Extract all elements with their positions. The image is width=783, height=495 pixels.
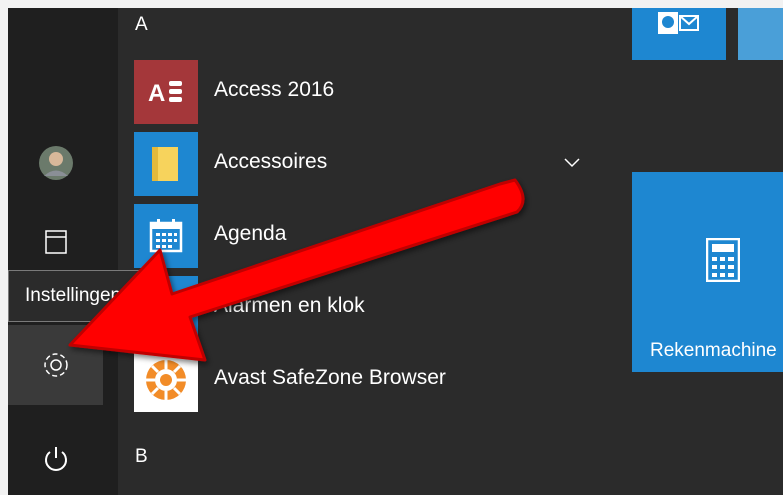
svg-text:A: A bbox=[148, 80, 165, 107]
app-label: Avast SafeZone Browser bbox=[214, 366, 446, 389]
file-explorer-icon bbox=[44, 230, 67, 254]
file-explorer-button[interactable] bbox=[8, 226, 103, 266]
window-top-edge bbox=[0, 0, 783, 8]
app-access-2016[interactable]: A Access 2016 bbox=[134, 60, 604, 124]
calculator-icon bbox=[706, 238, 740, 282]
chevron-down-icon[interactable] bbox=[564, 158, 580, 168]
app-agenda[interactable]: Agenda bbox=[134, 204, 604, 268]
avast-browser-icon bbox=[134, 348, 198, 412]
folder-icon bbox=[134, 132, 198, 196]
app-accessoires[interactable]: Accessoires bbox=[134, 132, 604, 196]
app-label: Accessoires bbox=[214, 150, 328, 173]
app-label: Access 2016 bbox=[214, 78, 335, 101]
power-button[interactable] bbox=[8, 428, 103, 490]
app-alarmen-en-klok[interactable]: Alarmen en klok bbox=[134, 276, 604, 340]
tile-partial[interactable] bbox=[738, 8, 783, 60]
tile-calculator[interactable]: Rekenmachine bbox=[632, 172, 783, 372]
settings-button[interactable] bbox=[8, 325, 103, 405]
group-header-a[interactable]: A bbox=[135, 14, 148, 36]
access-icon: A bbox=[134, 60, 198, 124]
app-label: Alarmen en klok bbox=[214, 294, 365, 317]
tile-outlook[interactable] bbox=[632, 8, 726, 60]
calendar-icon bbox=[134, 204, 198, 268]
tile-label: Rekenmachine bbox=[650, 340, 777, 361]
window-left-edge bbox=[0, 0, 8, 495]
user-avatar bbox=[38, 146, 73, 180]
app-label: Agenda bbox=[214, 222, 287, 245]
settings-gear-icon bbox=[43, 353, 68, 377]
power-icon bbox=[44, 447, 67, 471]
settings-tooltip: Instellingen bbox=[8, 270, 164, 322]
group-header-b[interactable]: B bbox=[135, 446, 148, 468]
user-account-button[interactable] bbox=[8, 132, 103, 194]
app-avast-safezone-browser[interactable]: Avast SafeZone Browser bbox=[134, 348, 604, 412]
outlook-icon bbox=[658, 12, 699, 34]
